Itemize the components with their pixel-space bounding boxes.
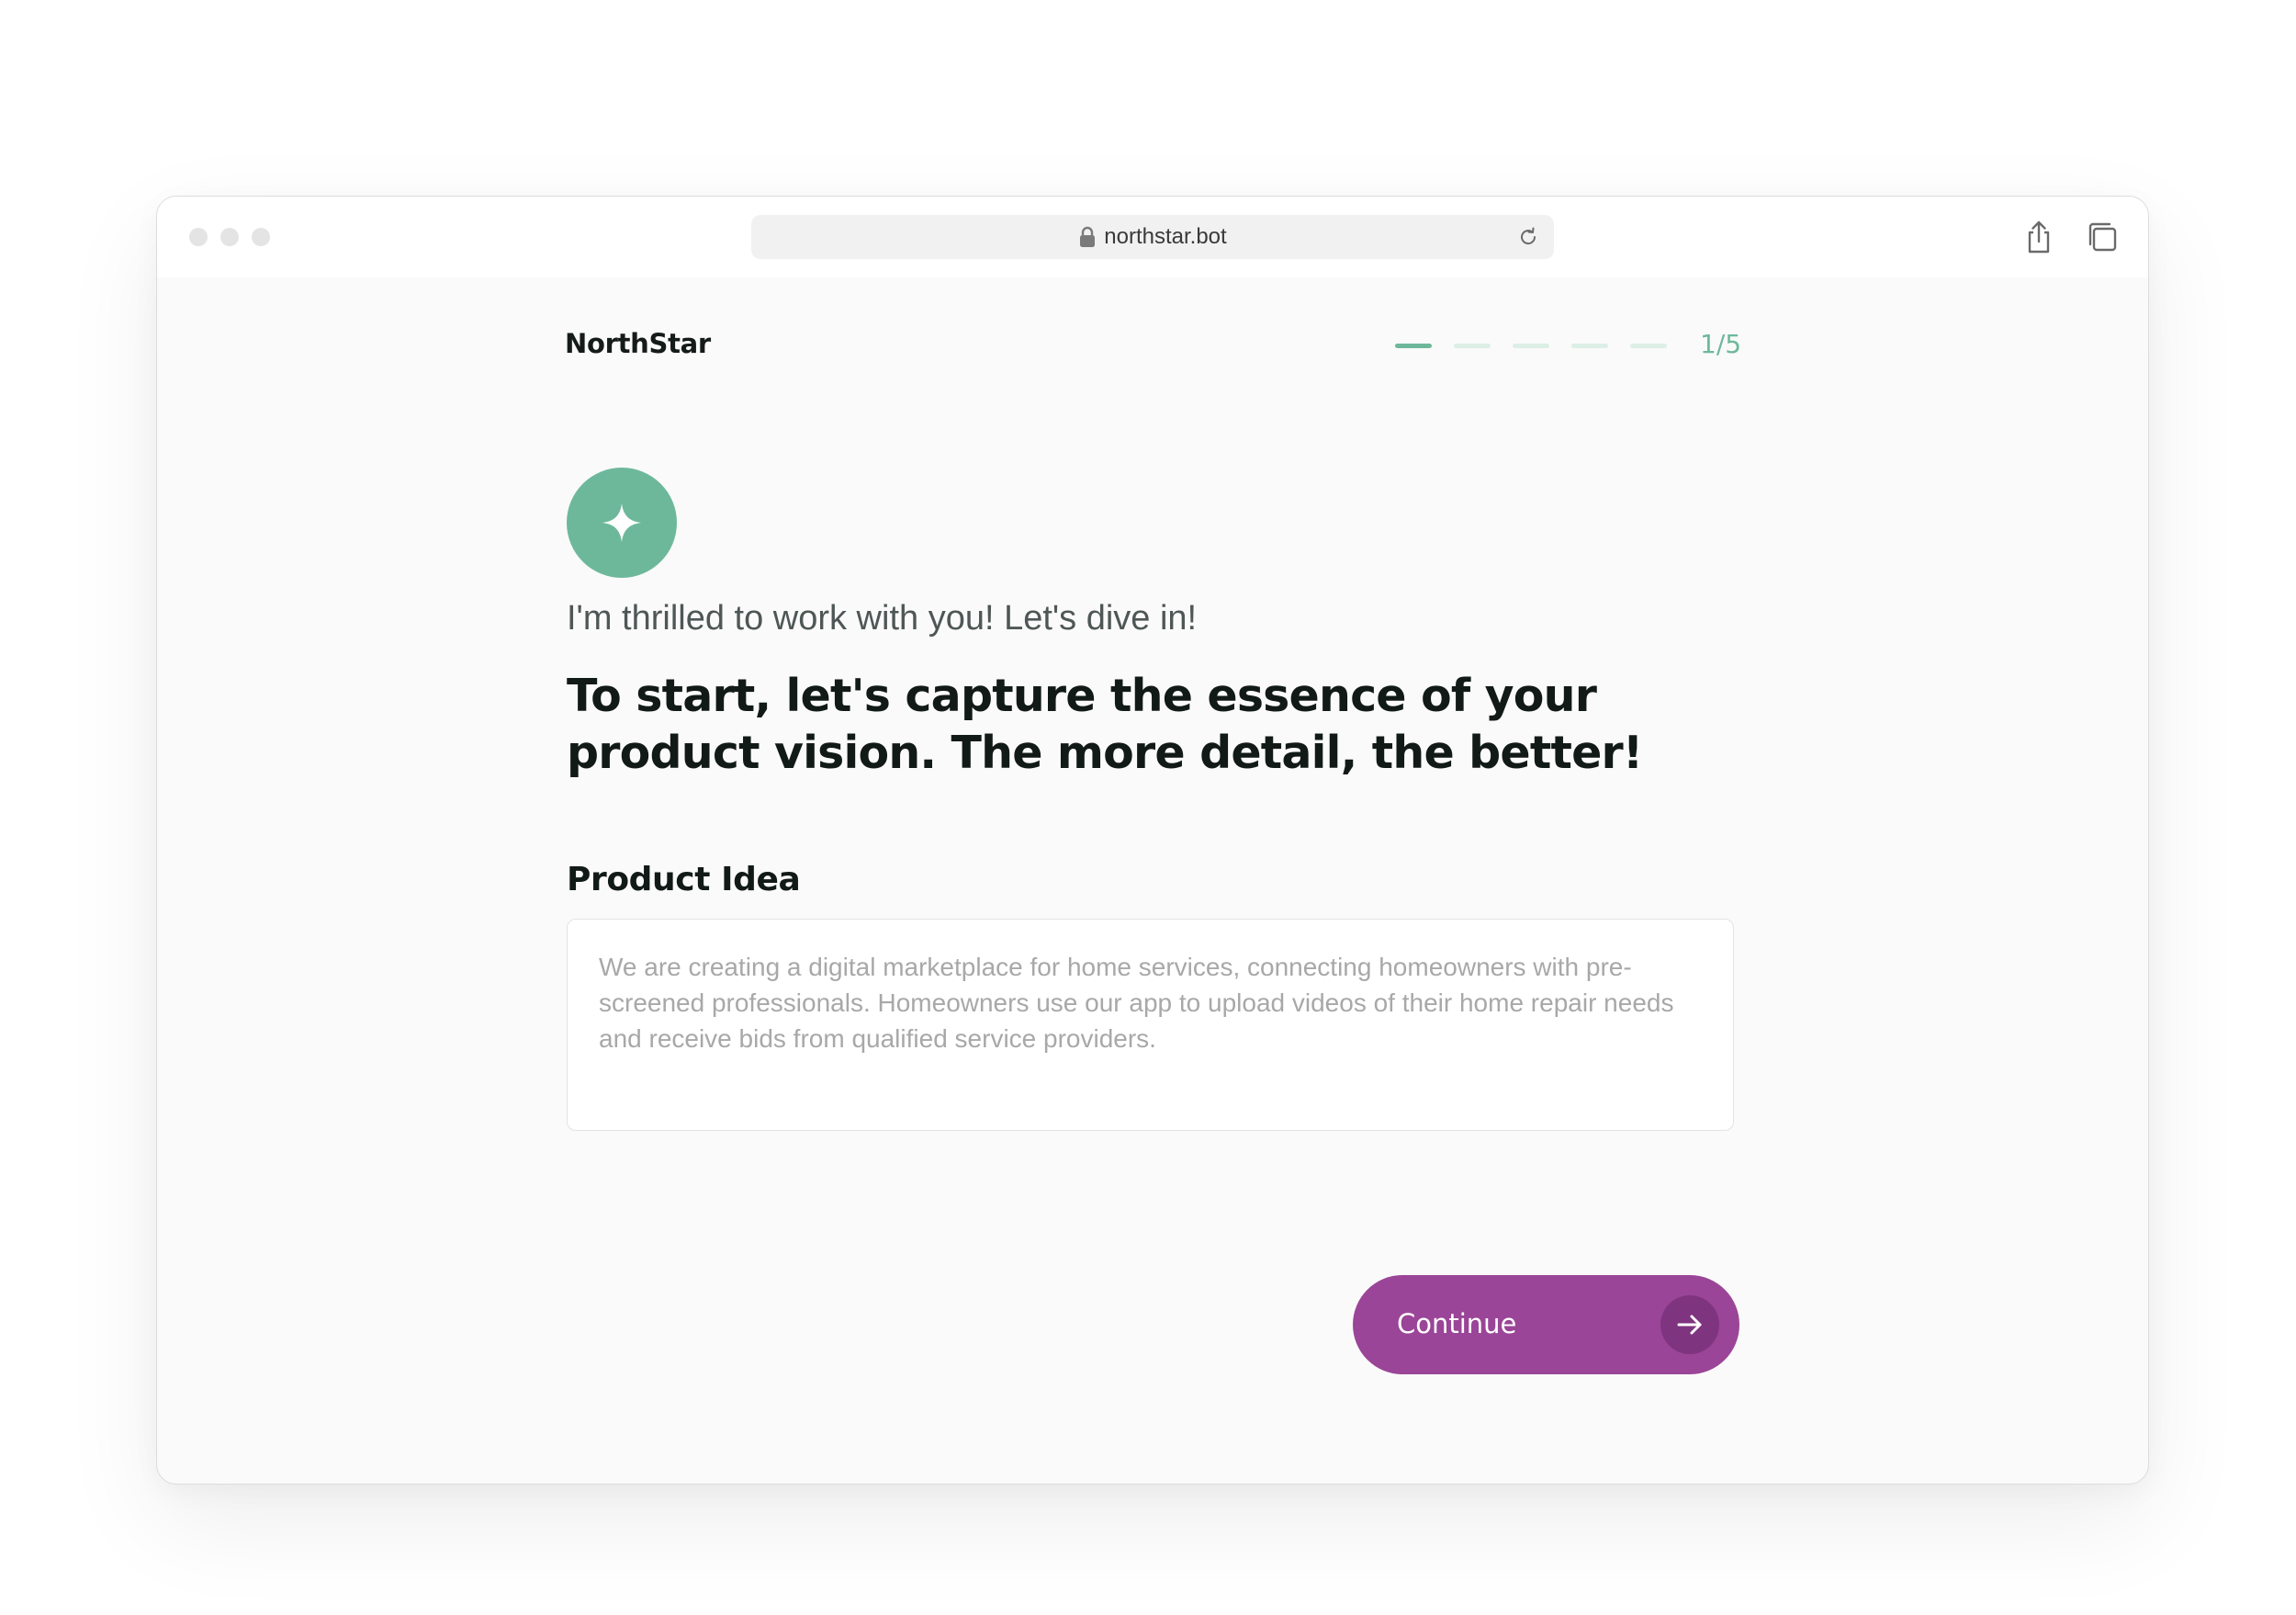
page-content: NorthStar 1/5 I'm thrilled to work with … [157, 277, 2148, 1484]
sparkle-icon [602, 503, 641, 542]
arrow-right-icon [1660, 1295, 1719, 1354]
address-bar[interactable]: northstar.bot [751, 215, 1554, 259]
product-idea-input[interactable] [567, 919, 1734, 1131]
window-controls [189, 228, 270, 246]
step-progress [1395, 344, 1667, 348]
address-content: northstar.bot [751, 215, 1554, 259]
close-window-button[interactable] [189, 228, 208, 246]
step-indicator-4 [1571, 344, 1608, 348]
step-indicator-3 [1513, 344, 1549, 348]
continue-button[interactable]: Continue [1353, 1275, 1739, 1374]
minimize-window-button[interactable] [220, 228, 239, 246]
page-title: To start, let's capture the essence of y… [567, 670, 1643, 779]
greeting-text: I'm thrilled to work with you! Let's div… [567, 599, 1198, 638]
brand-logo[interactable]: NorthStar [565, 328, 711, 359]
step-indicator-1 [1395, 344, 1432, 348]
address-url: northstar.bot [1104, 224, 1227, 249]
lock-icon [1080, 226, 1096, 247]
browser-window: northstar.bot NorthStar 1/5 I'm thrilled… [156, 196, 2149, 1485]
step-indicator-2 [1454, 344, 1491, 348]
continue-button-label: Continue [1397, 1308, 1517, 1339]
browser-toolbar: northstar.bot [157, 197, 2148, 277]
step-indicator-5 [1630, 344, 1667, 348]
tabs-icon[interactable] [2084, 219, 2121, 255]
assistant-avatar [567, 468, 677, 578]
share-icon[interactable] [2020, 219, 2057, 255]
maximize-window-button[interactable] [252, 228, 270, 246]
reload-icon[interactable] [1517, 226, 1539, 248]
product-idea-label: Product Idea [567, 861, 801, 898]
step-counter: 1/5 [1700, 329, 1742, 359]
